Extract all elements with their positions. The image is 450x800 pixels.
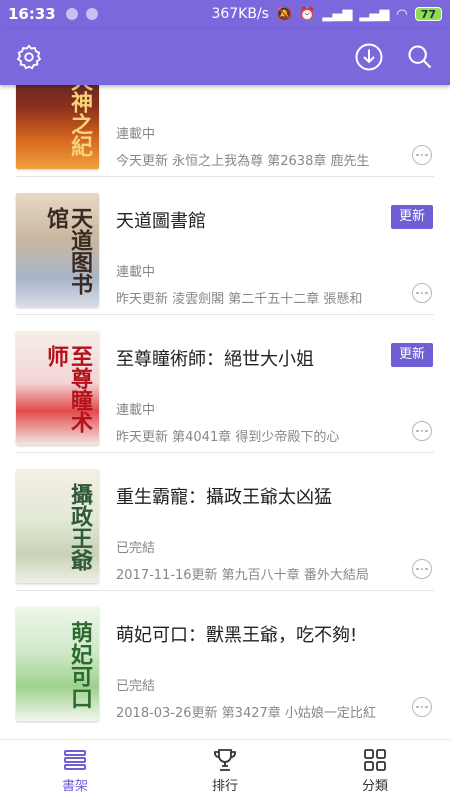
book-title: 至尊瞳術師：絕世大小姐 — [116, 349, 314, 370]
more-dot-icon — [416, 153, 419, 157]
book-title: 萌妃可口：獸黑王爺，吃不夠! — [116, 625, 358, 646]
more-options-button[interactable] — [412, 283, 432, 303]
status-time: 16:33 — [8, 5, 56, 23]
alarm-icon: ⏰ — [299, 6, 316, 22]
more-dot-icon — [420, 153, 424, 157]
bottom-navigation: 書架 排行 分類 — [0, 739, 450, 800]
settings-button[interactable] — [12, 40, 46, 74]
more-dot-icon — [416, 429, 419, 433]
more-options-button[interactable] — [412, 421, 432, 441]
tab-ranking-label: 排行 — [211, 779, 238, 794]
tab-bookshelf-label: 書架 — [61, 779, 88, 794]
more-dot-icon — [416, 291, 419, 295]
book-latest-update: 今天更新 永恒之上我為尊 第2638章 鹿先生 — [116, 154, 370, 169]
book-cover-text: 天道图书馆 — [43, 207, 93, 295]
more-dot-icon — [425, 429, 428, 433]
book-cover[interactable]: 攝政王爺 — [16, 469, 99, 583]
download-button[interactable] — [352, 40, 386, 74]
more-dot-icon — [416, 567, 419, 571]
more-dot-icon — [420, 429, 424, 433]
mute-icon: 🔕 — [275, 6, 293, 22]
more-dot-icon — [425, 567, 428, 571]
tab-categories[interactable]: 分類 — [300, 740, 450, 800]
update-badge: 更新 — [391, 343, 433, 367]
download-icon — [355, 43, 383, 71]
trophy-icon — [214, 749, 236, 771]
more-options-button[interactable] — [412, 145, 432, 165]
network-speed: 367KB/s — [211, 6, 269, 22]
more-dot-icon — [425, 705, 428, 709]
book-status: 連載中 — [116, 265, 156, 280]
book-status: 連載中 — [116, 403, 156, 418]
battery-level: 77 — [414, 7, 442, 21]
more-dot-icon — [425, 153, 428, 157]
signal-icon: ▂▄▆ — [359, 6, 390, 22]
search-button[interactable] — [403, 40, 437, 74]
book-item[interactable]: 萌妃可口 萌妃可口：獸黑王爺，吃不夠! 已完結 2018-03-26更新 第34… — [0, 591, 450, 729]
more-dot-icon — [420, 705, 424, 709]
book-cover-text: 攝政王爺 — [67, 483, 93, 571]
notification-dots — [65, 8, 98, 20]
book-cover[interactable]: 天道图书馆 — [16, 193, 99, 307]
book-latest-update: 2018-03-26更新 第3427章 小姑娘一定比紅 — [116, 706, 376, 721]
tab-ranking[interactable]: 排行 — [150, 740, 300, 800]
status-bar: 16:33 367KB/s 🔕 ⏰ ▂▄▆ ▂▄▆ ◠ 77 — [0, 0, 450, 28]
book-cover[interactable]: 至尊瞳术师 — [16, 331, 99, 445]
book-latest-update: 昨天更新 淩雲劍閣 第二千五十二章 張懸和 — [116, 292, 363, 307]
book-title: 重生霸寵：攝政王爺太凶猛 — [116, 487, 332, 508]
update-badge: 更新 — [391, 205, 433, 229]
book-cover-text: 至尊瞳术师 — [43, 345, 93, 433]
book-status: 已完結 — [116, 541, 156, 556]
wifi-icon: ◠ — [396, 6, 408, 22]
app-bar — [0, 28, 450, 85]
book-latest-update: 昨天更新 第4041章 得到少帝殿下的心 — [116, 430, 340, 445]
bookshelf-list[interactable]: 天神之紀 連載中 今天更新 永恒之上我為尊 第2638章 鹿先生 天道图书馆 天… — [0, 85, 450, 739]
signal-icon: ▂▄▆ — [322, 6, 353, 22]
book-cover-text: 萌妃可口 — [67, 621, 93, 709]
settings-icon — [16, 44, 42, 70]
tab-categories-label: 分類 — [361, 779, 388, 794]
notification-dot-icon — [65, 8, 78, 20]
status-right: 367KB/s 🔕 ⏰ ▂▄▆ ▂▄▆ ◠ 77 — [211, 6, 442, 22]
book-status: 已完結 — [116, 679, 156, 694]
book-status: 連載中 — [116, 127, 156, 142]
book-cover[interactable]: 天神之紀 — [16, 85, 99, 169]
bookshelf-icon — [64, 750, 86, 770]
more-dot-icon — [416, 705, 419, 709]
search-icon — [408, 45, 432, 69]
more-options-button[interactable] — [412, 697, 432, 717]
more-dot-icon — [425, 291, 428, 295]
book-item[interactable]: 攝政王爺 重生霸寵：攝政王爺太凶猛 已完結 2017-11-16更新 第九百八十… — [0, 453, 450, 591]
more-dot-icon — [420, 567, 424, 571]
book-item[interactable]: 天道图书馆 天道圖書館 更新 連載中 昨天更新 淩雲劍閣 第二千五十二章 張懸和 — [0, 177, 450, 315]
book-item[interactable]: 至尊瞳术师 至尊瞳術師：絕世大小姐 更新 連載中 昨天更新 第4041章 得到少… — [0, 315, 450, 453]
book-cover[interactable]: 萌妃可口 — [16, 607, 99, 721]
book-title: 天道圖書館 — [116, 211, 206, 232]
more-options-button[interactable] — [412, 559, 432, 579]
notification-dot-icon — [85, 8, 98, 20]
book-latest-update: 2017-11-16更新 第九百八十章 番外大結局 — [116, 568, 369, 583]
grid-icon — [364, 749, 386, 771]
book-item[interactable]: 天神之紀 連載中 今天更新 永恒之上我為尊 第2638章 鹿先生 — [0, 85, 450, 177]
more-dot-icon — [420, 291, 424, 295]
tab-bookshelf[interactable]: 書架 — [0, 740, 150, 800]
book-cover-text: 天神之紀 — [67, 85, 93, 157]
